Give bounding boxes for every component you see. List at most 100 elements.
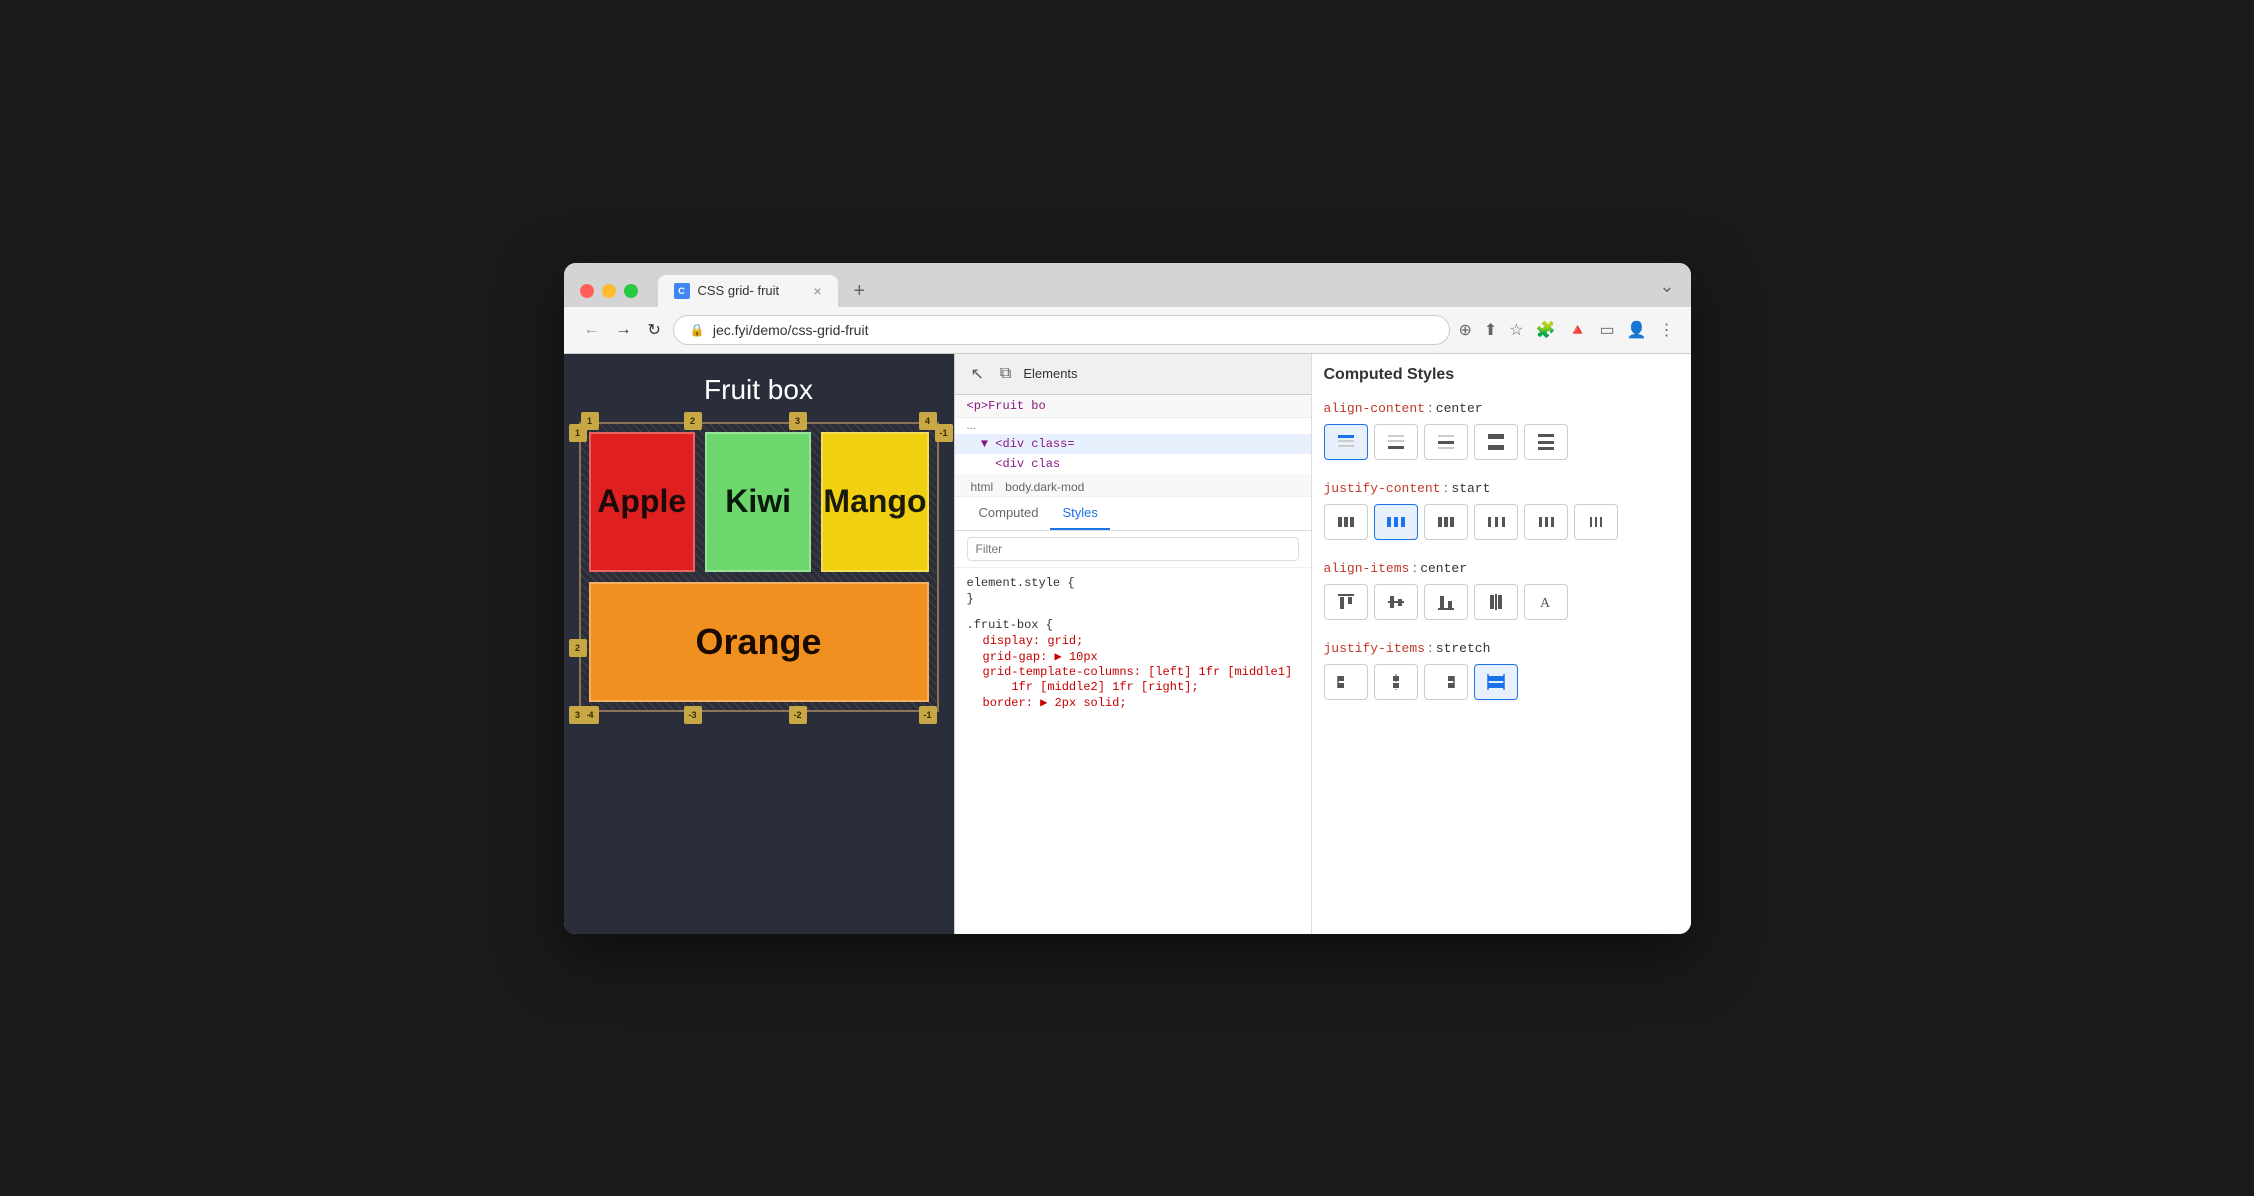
justify-content-buttons — [1324, 504, 1679, 540]
justify-items-name: justify-items — [1324, 641, 1425, 656]
justify-items-btn-stretch[interactable] — [1474, 664, 1518, 700]
filter-input[interactable] — [967, 537, 1299, 561]
justify-items-btn-start[interactable] — [1324, 664, 1368, 700]
dom-row-div[interactable]: ▼ <div class= — [955, 434, 1311, 454]
device-icon[interactable]: ⧉ — [996, 361, 1015, 387]
align-content-btn-stretch[interactable] — [1474, 424, 1518, 460]
grid-badge-4: 4 — [919, 412, 937, 430]
tab-title: CSS grid- fruit — [698, 283, 806, 298]
tab-close-button[interactable]: × — [813, 284, 821, 298]
selector-body[interactable]: body.dark-mod — [1001, 478, 1088, 496]
cast-icon[interactable]: ▭ — [1599, 320, 1614, 340]
justify-content-value: start — [1451, 481, 1490, 496]
devtools-panel-title: Elements — [1023, 366, 1077, 381]
justify-content-btn-evenly[interactable] — [1574, 504, 1618, 540]
page-title: Fruit box — [564, 354, 954, 422]
tab-favicon: C — [674, 283, 690, 299]
dom-dots: ... — [955, 418, 1311, 434]
grid-container: 1 2 3 4 1 Apple Kiwi Mango Orange -4 -3 … — [579, 422, 939, 712]
active-tab[interactable]: C CSS grid- fruit × — [658, 275, 838, 307]
zoom-icon[interactable]: ⊕ — [1458, 320, 1471, 340]
justify-content-btn-around[interactable] — [1524, 504, 1568, 540]
justify-items-btn-center[interactable] — [1374, 664, 1418, 700]
grid-badge-b4: -1 — [919, 706, 937, 724]
justify-content-name: justify-content — [1324, 481, 1441, 496]
justify-content-btn-start[interactable] — [1324, 504, 1368, 540]
align-content-btn-center[interactable] — [1424, 424, 1468, 460]
fruit-grid: Apple Kiwi Mango Orange — [579, 422, 939, 712]
grid-badge-b2: -3 — [684, 706, 702, 724]
tabs-area: C CSS grid- fruit × + — [658, 275, 1648, 307]
justify-content-btn-end[interactable] — [1424, 504, 1468, 540]
traffic-lights — [580, 284, 638, 298]
prop-grid-template: grid-template-columns: [left] 1fr [middl… — [967, 665, 1299, 679]
new-tab-button[interactable]: + — [846, 276, 874, 307]
justify-content-btn-center[interactable] — [1374, 504, 1418, 540]
fruit-mango: Mango — [821, 432, 928, 572]
justify-content-label: justify-content : start — [1324, 480, 1679, 496]
grid-badge-neg1: -1 — [935, 424, 953, 442]
address-bar: ← → ↻ 🔒 jec.fyi/demo/css-grid-fruit ⊕ ⬆ … — [564, 307, 1691, 354]
grid-badge-row1: 1 — [569, 424, 587, 442]
fruit-kiwi: Kiwi — [705, 432, 811, 572]
justify-items-btn-end[interactable] — [1424, 664, 1468, 700]
computed-panel-title: Computed Styles — [1324, 366, 1679, 384]
align-items-btn-end[interactable] — [1424, 584, 1468, 620]
webpage-area: Fruit box 1 2 3 4 1 Apple Kiwi Mango Ora… — [564, 354, 954, 934]
extensions-icon[interactable]: 🧩 — [1536, 320, 1556, 340]
profile-icon[interactable]: 👤 — [1627, 320, 1647, 340]
address-actions: ⊕ ⬆ ☆ 🧩 🔺 ▭ 👤 ⋮ — [1458, 320, 1674, 340]
align-content-btn-start[interactable] — [1324, 424, 1368, 460]
justify-items-buttons — [1324, 664, 1679, 700]
align-items-btn-baseline[interactable]: A — [1524, 584, 1568, 620]
align-content-btn-space[interactable] — [1524, 424, 1568, 460]
align-content-label: align-content : center — [1324, 400, 1679, 416]
grid-badge-b3: -2 — [789, 706, 807, 724]
justify-items-section: justify-items : stretch — [1324, 640, 1679, 700]
dom-breadcrumb: <p>Fruit bo — [955, 395, 1311, 418]
element-style-close: } — [967, 592, 1299, 606]
fruit-orange: Orange — [589, 582, 929, 702]
dom-row-inner[interactable]: <div clas — [955, 454, 1311, 474]
tab-styles[interactable]: Styles — [1050, 497, 1109, 530]
prop-border: border: ▶ 2px solid; — [967, 695, 1299, 710]
maximize-button[interactable] — [624, 284, 638, 298]
window-chevron[interactable]: ⌄ — [1659, 276, 1674, 305]
align-items-btn-start[interactable] — [1324, 584, 1368, 620]
devtools-selectors: html body.dark-mod — [955, 474, 1311, 497]
devtools-subtabs: Computed Styles — [955, 497, 1311, 531]
bookmark-icon[interactable]: ☆ — [1509, 320, 1523, 340]
justify-items-label: justify-items : stretch — [1324, 640, 1679, 656]
align-items-buttons: A — [1324, 584, 1679, 620]
align-content-name: align-content — [1324, 401, 1425, 416]
refresh-button[interactable]: ↻ — [644, 316, 665, 344]
fruit-box-rule: .fruit-box { display: grid; grid-gap: ▶ … — [967, 618, 1299, 710]
minimize-button[interactable] — [602, 284, 616, 298]
justify-content-btn-between[interactable] — [1474, 504, 1518, 540]
align-content-btn-end[interactable] — [1374, 424, 1418, 460]
forward-button[interactable]: → — [612, 317, 636, 343]
element-style-selector: element.style { — [967, 576, 1299, 590]
menu-icon[interactable]: ⋮ — [1659, 320, 1675, 340]
align-items-section: align-items : center — [1324, 560, 1679, 620]
url-bar[interactable]: 🔒 jec.fyi/demo/css-grid-fruit — [673, 315, 1451, 345]
align-items-btn-center[interactable] — [1374, 584, 1418, 620]
close-button[interactable] — [580, 284, 594, 298]
fruit-box-selector: .fruit-box { — [967, 618, 1299, 632]
grid-badge-3: 3 — [789, 412, 807, 430]
align-items-btn-stretch[interactable] — [1474, 584, 1518, 620]
align-items-value: center — [1420, 561, 1467, 576]
back-button[interactable]: ← — [580, 317, 604, 343]
puzzle-icon[interactable]: 🔺 — [1568, 320, 1588, 340]
devtools-panel: ↖ ⧉ Elements <p>Fruit bo ... ▼ <div clas… — [954, 354, 1311, 934]
styles-content: element.style { } .fruit-box { display: … — [955, 568, 1311, 934]
tab-computed[interactable]: Computed — [967, 497, 1051, 530]
align-items-name: align-items — [1324, 561, 1410, 576]
element-style-rule: element.style { } — [967, 576, 1299, 606]
prop-grid-gap: grid-gap: ▶ 10px — [967, 649, 1299, 664]
justify-items-value: stretch — [1436, 641, 1491, 656]
inspect-icon[interactable]: ↖ — [967, 360, 988, 388]
svg-text:A: A — [1540, 596, 1551, 611]
selector-html[interactable]: html — [967, 478, 998, 496]
share-icon[interactable]: ⬆ — [1484, 320, 1497, 340]
